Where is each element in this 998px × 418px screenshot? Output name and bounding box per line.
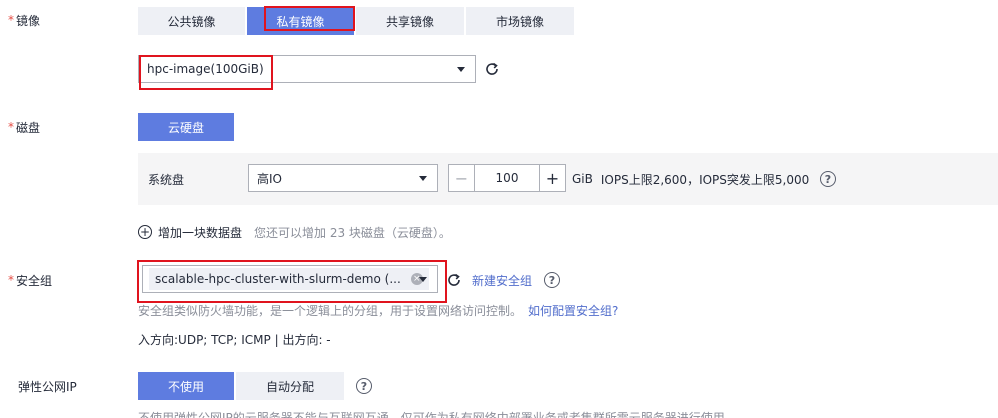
disk-size-stepper: − 100 + — [448, 164, 566, 192]
eip-label-text: 弹性公网IP — [18, 379, 77, 394]
how-to-configure-link[interactable]: 如何配置安全组? — [528, 302, 618, 319]
image-label: * 镜像 — [8, 10, 40, 30]
eip-options: 不使用 自动分配 — [138, 372, 344, 400]
security-group-value: scalable-hpc-cluster-with-slurm-demo (..… — [155, 272, 401, 286]
add-data-disk-button[interactable]: 增加一块数据盘 — [158, 224, 242, 241]
add-disk-hint: 您还可以增加 23 块磁盘（云硬盘）。 — [254, 225, 451, 240]
disk-type-value: 高IO — [257, 171, 282, 186]
tab-private-image[interactable]: 私有镜像 — [247, 7, 354, 35]
disk-label: * 磁盘 — [8, 117, 40, 137]
refresh-icon[interactable] — [484, 61, 500, 77]
tab-market-image[interactable]: 市场镜像 — [466, 7, 574, 35]
tab-shared-image[interactable]: 共享镜像 — [356, 7, 464, 35]
chevron-down-icon — [419, 176, 427, 181]
chevron-down-icon — [419, 277, 427, 282]
image-select[interactable]: hpc-image(100GiB) — [138, 55, 476, 83]
security-group-label: * 安全组 — [8, 270, 52, 290]
image-label-text: 镜像 — [16, 13, 41, 28]
add-data-disk-row: + 增加一块数据盘 您还可以增加 23 块磁盘（云硬盘）。 — [138, 224, 451, 240]
minus-icon[interactable]: − — [449, 165, 475, 191]
chevron-down-icon — [457, 67, 465, 72]
eip-option-auto[interactable]: 自动分配 — [236, 372, 344, 400]
refresh-icon[interactable] — [446, 272, 462, 288]
image-select-value: hpc-image(100GiB) — [147, 62, 264, 76]
tab-public-image[interactable]: 公共镜像 — [138, 7, 245, 35]
system-disk-label: 系统盘 — [148, 172, 185, 187]
help-icon[interactable]: ? — [544, 272, 560, 288]
required-mark: * — [8, 13, 14, 27]
disk-type-select[interactable]: 高IO — [248, 164, 438, 192]
security-group-select[interactable]: scalable-hpc-cluster-with-slurm-demo (..… — [142, 265, 438, 293]
disk-unit: GiB — [572, 172, 593, 186]
image-tabs: 公共镜像 私有镜像 共享镜像 市场镜像 — [138, 7, 574, 35]
security-group-tag: scalable-hpc-cluster-with-slurm-demo (..… — [149, 268, 429, 290]
add-circle-icon[interactable]: + — [138, 225, 152, 239]
disk-size-input[interactable]: 100 — [475, 165, 539, 191]
help-icon[interactable]: ? — [820, 171, 836, 187]
iops-text: IOPS上限2,600，IOPS突发上限5,000 — [600, 172, 810, 187]
security-group-rules: 入方向:UDP; TCP; ICMP | 出方向: - — [138, 332, 331, 347]
required-mark: * — [8, 120, 14, 134]
security-group-label-text: 安全组 — [16, 273, 53, 288]
eip-option-none[interactable]: 不使用 — [138, 372, 234, 400]
eip-desc: 不使用弹性公网IP的云服务器不能与互联网互通，仅可作为私有网络中部署业务或者集群… — [138, 411, 737, 418]
help-icon[interactable]: ? — [356, 378, 372, 394]
plus-icon[interactable]: + — [539, 165, 565, 191]
disk-size-info: GiB IOPS上限2,600，IOPS突发上限5,000 — [572, 171, 809, 187]
eip-label: 弹性公网IP — [18, 376, 77, 396]
new-security-group-link[interactable]: 新建安全组 — [472, 272, 532, 288]
disk-label-text: 磁盘 — [16, 120, 41, 135]
security-group-desc-row: 安全组类似防火墙功能，是一个逻辑上的分组，用于设置网络访问控制。 如何配置安全组… — [138, 302, 618, 318]
cloud-disk-button[interactable]: 云硬盘 — [138, 113, 234, 141]
security-group-desc: 安全组类似防火墙功能，是一个逻辑上的分组，用于设置网络访问控制。 — [138, 303, 523, 318]
required-mark: * — [8, 273, 14, 287]
